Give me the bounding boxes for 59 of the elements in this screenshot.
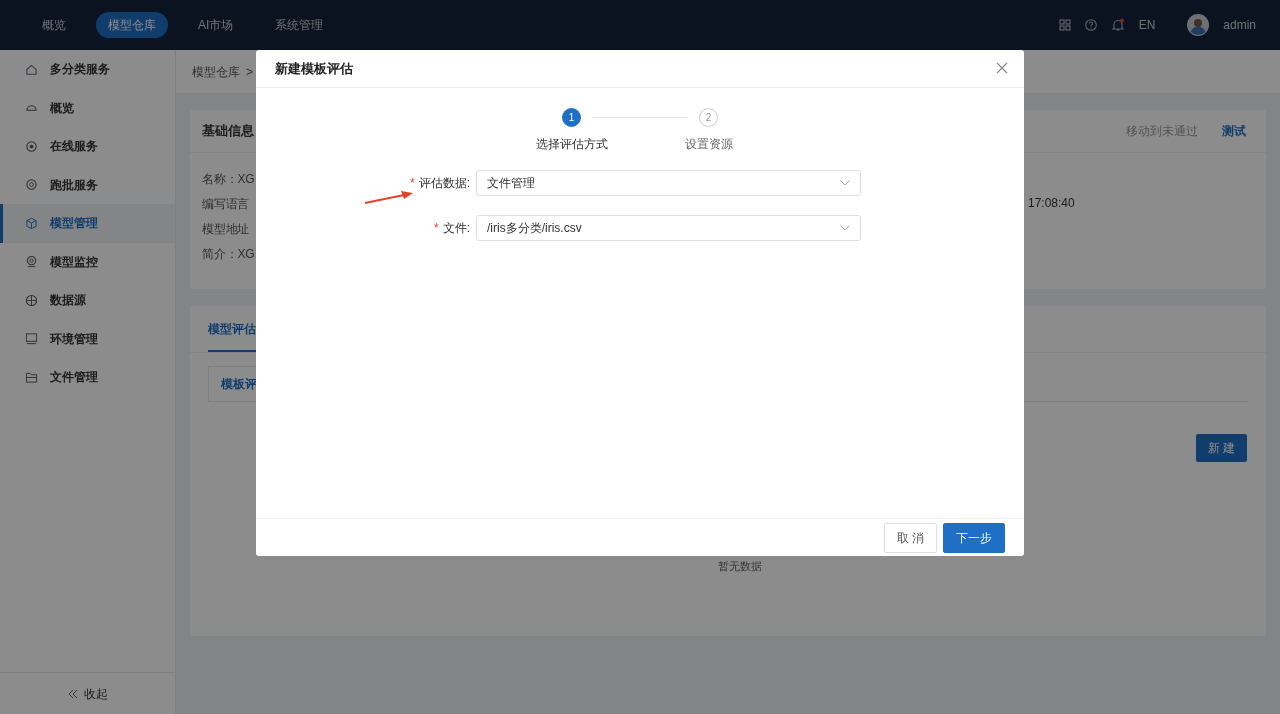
nav-tab[interactable]: 概览 [30,12,78,38]
required-mark: * [410,175,415,192]
bell-icon [1110,18,1125,32]
sidebar-item[interactable]: 模型管理 [0,204,175,243]
action-link[interactable]: 测试 [1222,122,1246,140]
close-button[interactable] [996,61,1010,76]
arrow-annotation [364,190,414,206]
breadcrumb-separator: > [246,63,253,81]
empty-text: 暂无数据 [718,559,762,574]
field-text: 编写语言 [202,196,250,213]
step-number: 2 [699,108,718,127]
select-value: /iris多分类/iris.csv [487,220,582,237]
sidebar-item[interactable]: 跑批服务 [0,165,175,204]
select-field[interactable]: /iris多分类/iris.csv [476,215,861,241]
sidebar-item[interactable]: 在线服务 [0,127,175,166]
grid-icon [1058,19,1071,31]
caret-icon [840,225,850,231]
help-icon [1084,19,1097,31]
field-text: 名称：XG [202,171,255,188]
double-chevron-icon [67,688,78,699]
cancel-button[interactable]: 取 消 [883,522,937,553]
target-icon [25,178,38,192]
close-icon [996,61,1008,74]
step-label: 设置资源 [684,136,733,153]
sidebar-item[interactable]: 数据源 [0,281,175,320]
field-text: 模型地址 [202,221,250,238]
target-icon [25,139,38,153]
language-button[interactable]: EN [1138,16,1156,34]
sidebar-item[interactable]: 环境管理 [0,319,175,358]
sidebar-item[interactable]: 多分类服务 [0,50,175,89]
required-mark: * [434,220,439,237]
nav-tab[interactable]: 模型仓库 [96,12,168,38]
breadcrumb-link[interactable]: 模型仓库 [192,62,240,81]
user-name[interactable]: admin [1223,16,1256,34]
field-label: 文件: [442,220,470,237]
new-button[interactable]: 新 建 [1195,434,1247,462]
sidebar-item[interactable]: 概览 [0,88,175,127]
next-button[interactable]: 下一步 [943,522,1005,553]
dialog-title: 新建模板评估 [275,59,353,78]
avatar-icon [1187,14,1210,36]
field-label: 评估数据: [418,175,470,192]
monitor-icon [25,332,38,346]
nav-tab[interactable]: 系统管理 [263,12,336,38]
nav-tab[interactable]: AI市场 [186,12,246,38]
sidebar-item[interactable]: 文件管理 [0,358,175,397]
time-text: 17:08:40 [1028,195,1075,212]
cube-icon [25,216,38,230]
step-number: 1 [562,108,581,127]
step-label: 选择评估方式 [535,136,608,153]
sidebar-item[interactable]: 模型监控 [0,242,175,281]
webcam-icon [25,255,38,269]
home-icon [25,62,38,76]
caret-icon [840,180,850,186]
select-field[interactable]: 文件管理 [476,170,861,196]
folder-icon [25,370,38,384]
select-value: 文件管理 [487,175,535,192]
card-title: 基础信息 [202,122,254,141]
field-text: 简介：XG [202,246,255,263]
globe-icon [25,293,38,307]
